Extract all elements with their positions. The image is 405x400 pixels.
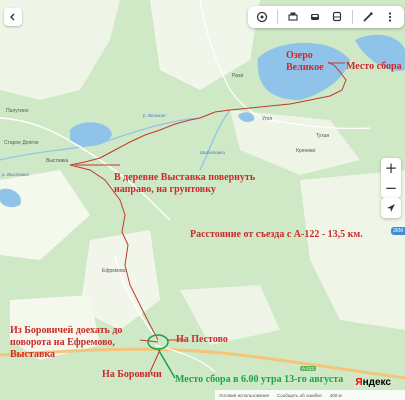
back-button[interactable]: [4, 8, 22, 26]
river-label-3: Шибатовка: [200, 150, 225, 155]
bus-icon: [332, 11, 342, 22]
place-vystavka: Выставка: [46, 158, 69, 164]
label-lake-line1: Озеро: [286, 50, 313, 61]
geolocation-button[interactable]: [381, 198, 401, 218]
place-rakhi: Рахи: [232, 73, 244, 79]
back-arrow-icon: [10, 13, 15, 21]
zoom-in-button[interactable]: +: [381, 158, 401, 178]
place-tuhan: Тухан: [316, 133, 330, 139]
river-label-2: р. Выставка: [2, 172, 29, 177]
toolbar-divider: [277, 10, 278, 24]
logo-rest: ндекс: [362, 377, 391, 388]
footer-terms-link[interactable]: Условия использования: [219, 393, 269, 398]
place-krenovo: Кренево: [296, 148, 316, 154]
car-icon: [311, 14, 319, 20]
toolbar-divider-2: [352, 10, 353, 24]
car-button[interactable]: [305, 7, 325, 27]
map-toolbar: [248, 6, 404, 28]
place-palutino: Палутино: [6, 108, 29, 114]
more-icon: [388, 12, 392, 22]
place-staroe-dolgoe: Старое Долгое: [4, 140, 39, 146]
road-sign-a122: А-122: [300, 366, 317, 371]
footer-scale: 400 м: [329, 392, 342, 398]
ruler-button[interactable]: [358, 7, 378, 27]
zoom-control: + −: [381, 158, 401, 198]
annotation-distance: Расстояние от съезда с А-122 - 13,5 км.: [190, 229, 363, 240]
annotation-to-borovichi: На Боровичи: [102, 369, 162, 380]
print-icon: [288, 12, 298, 21]
location-arrow-icon: [387, 204, 395, 212]
map-canvas[interactable]: Палутино Старое Долгое Выставка Ефремово…: [0, 0, 405, 400]
label-lake: Озеро Великое: [286, 50, 324, 74]
print-button[interactable]: [283, 7, 303, 27]
annotation-meeting-top: Место сбора: [346, 61, 402, 72]
zoom-out-button[interactable]: −: [381, 178, 401, 198]
annotation-to-pestovo: На Пестово: [176, 334, 228, 345]
logo-first-letter: Я: [355, 377, 363, 388]
ruler-icon: [363, 12, 373, 22]
label-lake-line2: Великое: [286, 62, 324, 73]
layers-icon: [256, 11, 268, 23]
layers-button[interactable]: [252, 7, 272, 27]
annotation-vystavka-turn: В деревне Выставка повернуть направо, на…: [114, 172, 256, 195]
place-ugol: Угол: [262, 116, 273, 122]
annotation-meeting-bottom: Место сбора в 6.00 утра 13-го августа: [175, 374, 344, 385]
yandex-logo: Яндекс: [355, 377, 391, 388]
more-button[interactable]: [380, 7, 400, 27]
traffic-badge[interactable]: 2КМ: [391, 227, 405, 235]
footer-report-link[interactable]: Сообщить об ошибке: [277, 393, 322, 398]
annotation-from-borovichi: Из Боровичей доехать до поворота на Ефре…: [10, 325, 123, 360]
river-label-1: р. Великая: [143, 113, 166, 118]
map-footer: Условия использования Сообщить об ошибке…: [215, 390, 405, 400]
place-efremovo: Ефремово: [102, 268, 127, 274]
bus-button[interactable]: [327, 7, 347, 27]
